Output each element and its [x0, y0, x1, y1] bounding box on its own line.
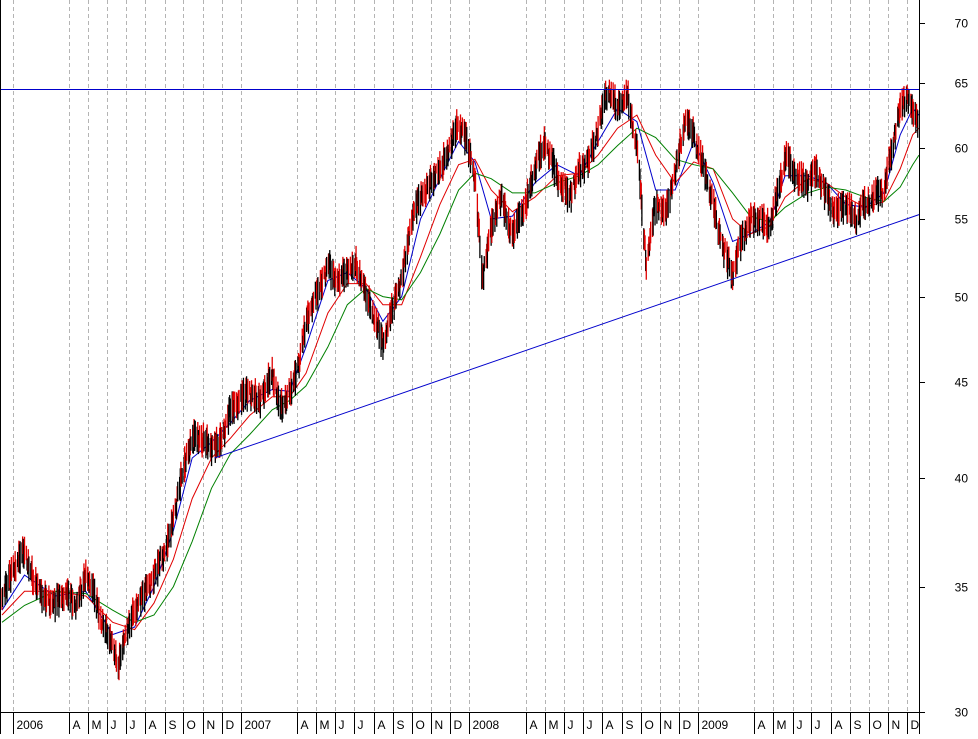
x-tick-label: S — [397, 718, 405, 732]
x-tick-label: J — [568, 718, 574, 732]
x-tick-label: S — [854, 718, 862, 732]
x-tick-label: O — [645, 718, 654, 732]
price-bars — [1, 79, 919, 681]
x-tick-label: N — [207, 718, 216, 732]
x-tick-label: O — [416, 718, 425, 732]
y-tick-label: 55 — [955, 213, 969, 227]
x-tick-label: A — [758, 718, 766, 732]
x-tick-label: S — [626, 718, 634, 732]
x-tick-label: A — [73, 718, 81, 732]
x-tick-label: 2007 — [245, 718, 272, 732]
x-tick-label: D — [683, 718, 692, 732]
x-tick-label: O — [873, 718, 882, 732]
x-tick-label: M — [92, 718, 102, 732]
x-tick-label: A — [378, 718, 386, 732]
y-tick-label: 50 — [955, 291, 969, 305]
x-tick-label: S — [169, 718, 177, 732]
grid-lines — [13, 0, 908, 712]
x-tick-label: N — [435, 718, 444, 732]
x-tick-label: A — [606, 718, 614, 732]
x-tick-label: A — [530, 718, 538, 732]
x-tick-label: D — [454, 718, 463, 732]
x-tick-label: J — [111, 718, 117, 732]
x-tick-label: J — [797, 718, 803, 732]
x-tick-label: D — [226, 718, 235, 732]
x-tick-label: M — [320, 718, 330, 732]
x-tick-label: J — [815, 718, 821, 732]
y-tick-label: 40 — [955, 472, 969, 486]
y-tick-label: 45 — [955, 376, 969, 390]
x-tick-label: 2008 — [473, 718, 500, 732]
x-tick-label: J — [358, 718, 364, 732]
y-tick-label: 30 — [955, 706, 969, 720]
x-tick-label: A — [301, 718, 309, 732]
reference-lines — [0, 88, 920, 459]
support-trendline — [214, 214, 920, 459]
x-tick-label: J — [339, 718, 345, 732]
ma-long-line — [1, 127, 920, 623]
x-tick-label: N — [664, 718, 673, 732]
y-tick-label: 70 — [955, 17, 969, 31]
x-tick-label: J — [587, 718, 593, 732]
x-tick-label: J — [130, 718, 136, 732]
stock-chart: 2006 A M J J A S O N D 2007 A M J J A S O N D 2008 A M J J A S O N D 2… — [0, 0, 978, 734]
x-tick-label: A — [149, 718, 157, 732]
y-tick-label: 65 — [955, 77, 969, 91]
x-tick-label: M — [549, 718, 559, 732]
x-tick-label: N — [892, 718, 901, 732]
x-tick-label: D — [911, 718, 920, 732]
x-tick-label: O — [187, 718, 196, 732]
y-tick-label: 35 — [955, 581, 969, 595]
y-tick-label: 60 — [955, 142, 969, 156]
x-tick-label: 2009 — [702, 718, 729, 732]
chart-canvas: 2006 A M J J A S O N D 2007 A M J J A S O N D 2008 A M J J A S O N D 2… — [0, 0, 969, 734]
x-tick-label: M — [777, 718, 787, 732]
x-tick-label: 2006 — [17, 718, 44, 732]
x-tick-label: A — [835, 718, 843, 732]
